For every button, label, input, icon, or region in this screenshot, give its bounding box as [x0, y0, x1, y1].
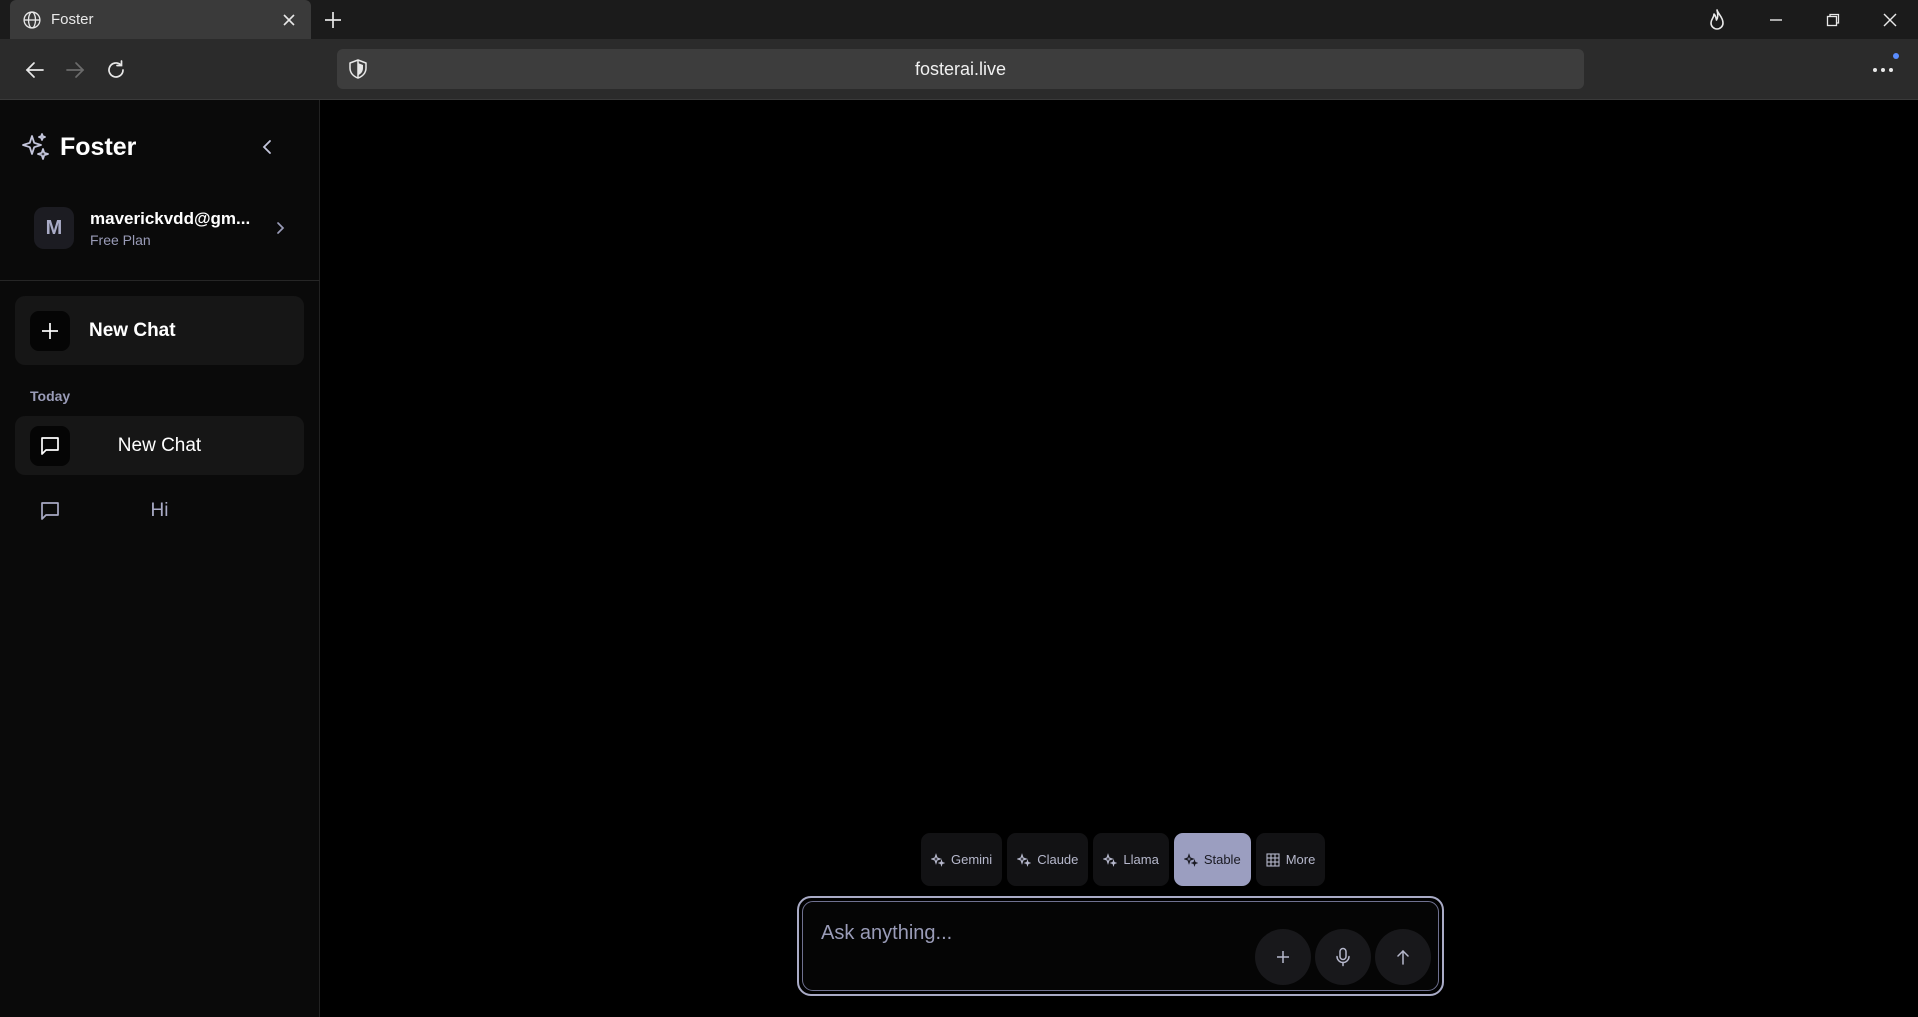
tab-title: Foster	[51, 11, 94, 28]
model-label: More	[1285, 852, 1316, 867]
new-chat-button[interactable]: New Chat	[15, 296, 304, 365]
model-more-button[interactable]: More	[1255, 833, 1326, 886]
chat-item-hi[interactable]: Hi	[15, 481, 304, 540]
browser-tab-bar: Foster	[0, 0, 1918, 39]
restore-button[interactable]	[1820, 7, 1846, 33]
message-input[interactable]	[821, 922, 1221, 945]
avatar: M	[34, 207, 74, 249]
model-claude-button[interactable]: Claude	[1007, 833, 1089, 886]
model-label: Stable	[1203, 852, 1241, 867]
brand-name: Foster	[60, 132, 137, 161]
sidebar: Foster M maverickvdd@gm... Free Plan New…	[0, 100, 320, 1017]
chat-item-label: New Chat	[117, 434, 202, 456]
plus-icon	[1277, 951, 1289, 963]
message-square-icon	[30, 491, 70, 531]
address-bar[interactable]: fosterai.live	[337, 49, 1584, 89]
collapse-sidebar-button[interactable]	[254, 134, 280, 160]
close-window-button[interactable]	[1877, 7, 1903, 33]
attach-button[interactable]	[1255, 929, 1311, 985]
chat-item-new-chat[interactable]: New Chat	[15, 416, 304, 475]
sparkles-icon	[1183, 852, 1198, 867]
chevron-right-icon	[270, 218, 290, 238]
sparkles-icon	[931, 852, 945, 867]
browser-tab[interactable]: Foster	[10, 0, 311, 39]
flame-icon[interactable]	[1704, 7, 1730, 33]
url-text: fosterai.live	[914, 59, 1007, 79]
browser-toolbar: fosterai.live	[0, 39, 1918, 100]
new-chat-label: New Chat	[89, 319, 176, 341]
composer-box	[802, 901, 1439, 991]
sparkles-icon	[1017, 852, 1032, 867]
more-menu-icon[interactable]	[1868, 56, 1898, 84]
account-plan: Free Plan	[90, 231, 151, 248]
model-label: Llama	[1123, 852, 1159, 867]
send-button[interactable]	[1375, 929, 1431, 985]
arrow-up-icon	[1397, 949, 1409, 965]
new-tab-button[interactable]	[320, 7, 346, 33]
reload-button[interactable]	[102, 56, 130, 84]
close-tab-icon[interactable]	[279, 10, 299, 30]
grid-icon	[1266, 852, 1280, 867]
message-square-icon	[30, 425, 70, 466]
model-stable-button[interactable]: Stable	[1173, 833, 1251, 886]
sidebar-divider	[0, 280, 320, 281]
globe-icon	[22, 10, 42, 30]
model-label: Claude	[1037, 852, 1079, 867]
model-label: Gemini	[951, 852, 993, 867]
forward-button[interactable]	[61, 56, 89, 84]
minimize-button[interactable]	[1763, 7, 1789, 33]
notification-dot	[1893, 53, 1899, 59]
chat-item-label: Hi	[150, 499, 169, 521]
voice-input-button[interactable]	[1315, 929, 1371, 985]
sparkles-icon	[20, 132, 50, 162]
sparkles-icon	[1103, 852, 1118, 867]
model-gemini-button[interactable]: Gemini	[921, 833, 1003, 886]
composer	[797, 896, 1444, 996]
account-card[interactable]: M maverickvdd@gm... Free Plan	[34, 206, 290, 250]
model-llama-button[interactable]: Llama	[1093, 833, 1169, 886]
back-button[interactable]	[21, 56, 49, 84]
brand[interactable]: Foster	[20, 132, 136, 162]
model-selector: Gemini Claude Llama Stable More	[921, 833, 1326, 886]
section-today-label: Today	[30, 388, 71, 404]
account-email: maverickvdd@gm...	[90, 208, 251, 228]
plus-icon	[30, 310, 70, 351]
microphone-icon	[1336, 947, 1350, 967]
